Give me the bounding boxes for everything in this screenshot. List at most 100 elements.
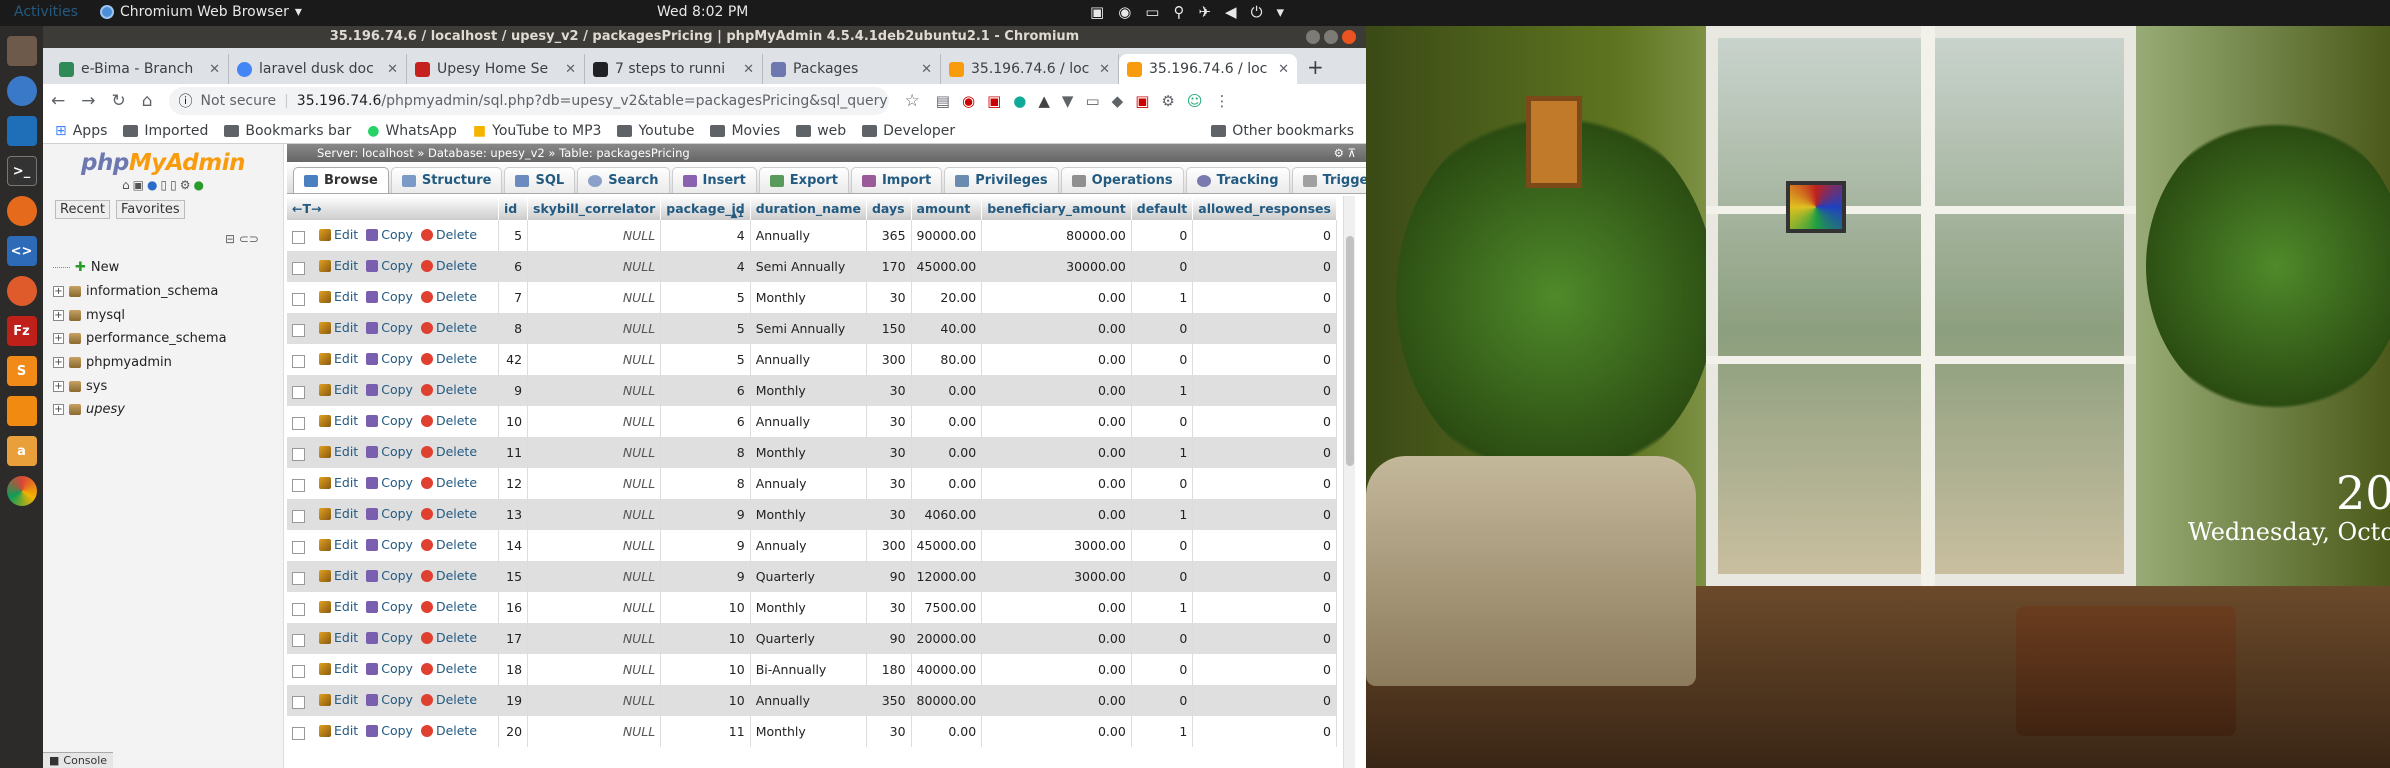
new-tab-button[interactable]: + — [1297, 55, 1334, 84]
console-toggle[interactable]: ■ Console — [43, 752, 114, 768]
copy-button[interactable]: Copy — [366, 506, 413, 521]
filezilla-icon[interactable]: Fz — [6, 316, 37, 346]
table-cell-default[interactable]: 0 — [1131, 344, 1194, 375]
table-cell-package-id[interactable]: 5 — [660, 282, 751, 313]
table-cell-package-id[interactable]: 6 — [660, 406, 751, 437]
table-cell-package-id[interactable]: 9 — [660, 499, 751, 530]
bookmark-folder[interactable]: web — [796, 123, 846, 139]
table-cell-beneficiary-amount[interactable]: 0.00 — [981, 654, 1132, 685]
edit-button[interactable]: Edit — [319, 630, 358, 645]
minimize-button[interactable] — [1306, 30, 1320, 44]
table-row[interactable]: Edit Copy Delete 5 NULL 4 Annually 365 90000.00 8… — [287, 220, 1337, 251]
table-cell-duration-name[interactable]: Semi Annually — [750, 313, 867, 344]
table-row[interactable]: Edit Copy Delete 15 NULL 9 Quarterly 90 12000.00… — [287, 561, 1337, 592]
table-cell-beneficiary-amount[interactable]: 0.00 — [981, 282, 1132, 313]
table-cell-days[interactable]: 300 — [866, 344, 912, 375]
table-cell-id[interactable]: 8 — [498, 313, 529, 344]
table-cell-id[interactable]: 17 — [498, 623, 529, 654]
copy-button[interactable]: Copy — [366, 599, 413, 614]
table-cell-default[interactable]: 0 — [1131, 530, 1194, 561]
extension-icon[interactable]: ⚙ — [1161, 92, 1174, 110]
scrollbar-thumb[interactable] — [1346, 236, 1354, 466]
delete-button[interactable]: Delete — [420, 444, 477, 459]
table-cell-duration-name[interactable]: Annually — [750, 220, 867, 251]
close-tab-icon[interactable]: ✕ — [387, 62, 398, 77]
tab-tracking[interactable]: Tracking — [1185, 167, 1290, 193]
tab-privileges[interactable]: Privileges — [944, 167, 1059, 193]
table-cell-days[interactable]: 300 — [866, 530, 912, 561]
table-cell-allowed-responses[interactable]: 0 — [1192, 654, 1337, 685]
table-cell-beneficiary-amount[interactable]: 30000.00 — [981, 251, 1132, 282]
table-cell-default[interactable]: 0 — [1131, 313, 1194, 344]
close-tab-icon[interactable]: ✕ — [209, 62, 220, 77]
table-cell-id[interactable]: 9 — [498, 375, 529, 406]
table-cell-beneficiary-amount[interactable]: 0.00 — [981, 406, 1132, 437]
table-cell-package-id[interactable]: 6 — [660, 375, 751, 406]
column-header[interactable]: amount — [911, 196, 983, 220]
edit-button[interactable]: Edit — [319, 413, 358, 428]
vlc-icon[interactable] — [6, 396, 37, 426]
copy-button[interactable]: Copy — [366, 661, 413, 676]
column-header[interactable]: skybill_correlator — [527, 196, 662, 220]
table-cell-default[interactable]: 1 — [1131, 499, 1194, 530]
tree-node-new[interactable]: ✚ New — [53, 256, 227, 280]
copy-button[interactable]: Copy — [366, 382, 413, 397]
extension-icon[interactable]: ▲ — [1038, 92, 1050, 110]
extension-icon[interactable]: ◉ — [962, 92, 975, 110]
volume-icon[interactable]: ◀ — [1225, 3, 1237, 21]
bookmark-folder[interactable]: Bookmarks bar — [224, 123, 351, 139]
row-checkbox[interactable] — [292, 230, 305, 244]
table-cell-beneficiary-amount[interactable]: 0.00 — [981, 437, 1132, 468]
row-checkbox[interactable] — [292, 602, 305, 616]
network-icon[interactable]: ⚲ — [1173, 3, 1184, 21]
table-cell-skybill-correlator[interactable]: NULL — [527, 282, 662, 313]
tree-node-db[interactable]: + information_schema — [53, 280, 227, 304]
tab-triggers[interactable]: Triggers — [1291, 167, 1366, 193]
table-cell-id[interactable]: 16 — [498, 592, 529, 623]
row-checkbox[interactable] — [292, 261, 305, 275]
table-cell-amount[interactable]: 0.00 — [911, 716, 983, 747]
table-cell-allowed-responses[interactable]: 0 — [1192, 623, 1337, 654]
table-cell-amount[interactable]: 0.00 — [911, 437, 983, 468]
delete-button[interactable]: Delete — [420, 568, 477, 583]
chrome-icon[interactable] — [6, 476, 37, 506]
copy-button[interactable]: Copy — [366, 351, 413, 366]
table-cell-duration-name[interactable]: Quarterly — [750, 623, 867, 654]
column-header[interactable]: default — [1131, 196, 1194, 220]
table-cell-default[interactable]: 0 — [1131, 251, 1194, 282]
table-cell-package-id[interactable]: 8 — [660, 468, 751, 499]
expand-icon[interactable]: + — [53, 286, 64, 298]
tab-import[interactable]: Import — [850, 167, 943, 193]
table-cell-allowed-responses[interactable]: 0 — [1192, 716, 1337, 747]
table-cell-skybill-correlator[interactable]: NULL — [527, 530, 662, 561]
terminal-icon[interactable]: >_ — [6, 156, 37, 186]
copy-button[interactable]: Copy — [366, 568, 413, 583]
copy-button[interactable]: Copy — [366, 444, 413, 459]
edit-button[interactable]: Edit — [319, 258, 358, 273]
table-cell-amount[interactable]: 80.00 — [911, 344, 983, 375]
vertical-scrollbar[interactable] — [1343, 196, 1355, 768]
column-header[interactable]: beneficiary_amount — [981, 196, 1132, 220]
table-cell-default[interactable]: 0 — [1131, 623, 1194, 654]
copy-button[interactable]: Copy — [366, 258, 413, 273]
page-icon[interactable]: ▯ — [170, 178, 177, 192]
clock[interactable]: Wed 8:02 PM — [657, 4, 748, 20]
delete-button[interactable]: Delete — [420, 413, 477, 428]
table-cell-beneficiary-amount[interactable]: 0.00 — [981, 313, 1132, 344]
table-cell-beneficiary-amount[interactable]: 3000.00 — [981, 530, 1132, 561]
table-cell-default[interactable]: 0 — [1131, 406, 1194, 437]
delete-button[interactable]: Delete — [420, 382, 477, 397]
table-row[interactable]: Edit Copy Delete 10 NULL 6 Annually 30 0.00 0.00 0… — [287, 406, 1337, 437]
table-cell-skybill-correlator[interactable]: NULL — [527, 716, 662, 747]
row-checkbox[interactable] — [292, 726, 305, 740]
tree-node-db[interactable]: + performance_schema — [53, 327, 227, 351]
expand-icon[interactable]: + — [53, 357, 64, 369]
table-row[interactable]: Edit Copy Delete 11 NULL 8 Monthly 30 0.00 0.00 1 0 — [287, 437, 1337, 468]
maximize-button[interactable] — [1324, 30, 1338, 44]
column-header[interactable]: duration_name — [750, 196, 867, 220]
bookmark-link[interactable]: ● WhatsApp — [367, 123, 457, 139]
table-cell-days[interactable]: 150 — [866, 313, 912, 344]
table-cell-allowed-responses[interactable]: 0 — [1192, 251, 1337, 282]
column-header[interactable]: days — [866, 196, 912, 220]
table-cell-default[interactable]: 1 — [1131, 282, 1194, 313]
